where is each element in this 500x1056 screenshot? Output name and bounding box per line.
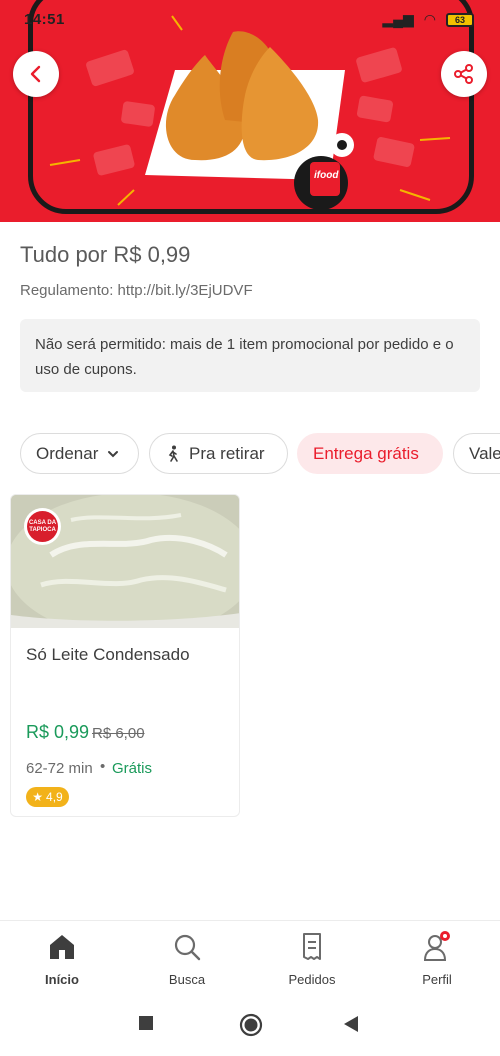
filter-order-label: Ordenar	[36, 443, 99, 463]
filter-pickup-chip[interactable]: Pra retirar	[149, 433, 288, 474]
filter-free-delivery-label: Entrega grátis	[313, 443, 419, 463]
nav-search-label: Busca	[168, 972, 206, 987]
nav-search[interactable]: Busca	[137, 931, 237, 991]
delivery-time: 62-72 min	[26, 760, 93, 777]
promo-banner: ifood 14:51 ▂▄▆ ◠ 63	[0, 0, 500, 222]
status-bar: 14:51 ▂▄▆ ◠ 63	[0, 0, 500, 40]
walking-icon	[168, 445, 178, 462]
promo-notice: Não será permitido: mais de 1 item promo…	[20, 319, 480, 392]
star-icon: ★	[32, 790, 44, 804]
signal-icon: ▂▄▆	[382, 11, 414, 27]
back-button[interactable]	[13, 51, 59, 97]
search-icon	[174, 934, 201, 961]
product-image: CASA DA TAPIOCA	[11, 495, 239, 637]
page-title: Tudo por R$ 0,99	[20, 242, 191, 267]
recent-apps-icon[interactable]	[138, 1015, 154, 1031]
bottom-navigation: Início Busca Pedidos Perfil	[0, 920, 500, 998]
filter-chips: Ordenar Pra retirar Entrega grátis Vale	[20, 433, 500, 474]
nav-orders[interactable]: Pedidos	[262, 931, 362, 991]
rating-badge: ★ 4,9	[26, 787, 69, 807]
filter-order-chip[interactable]: Ordenar	[20, 433, 139, 474]
wifi-icon: ◠	[423, 11, 436, 27]
product-card[interactable]: CASA DA TAPIOCA Só Leite Condensado R$ 0…	[10, 494, 240, 817]
meta-separator: •	[100, 758, 106, 775]
filter-voucher-label: Vale	[469, 443, 500, 463]
status-icons: ▂▄▆ ◠ 63	[382, 11, 474, 28]
user-icon	[423, 931, 450, 961]
product-old-price: R$ 6,00	[92, 725, 145, 742]
rating-value: 4,9	[46, 790, 63, 804]
chevron-left-icon	[30, 65, 41, 83]
filter-voucher-chip[interactable]: Vale	[453, 433, 500, 474]
ifood-badge-label: ifood	[314, 170, 339, 181]
rules-link[interactable]: Regulamento: http://bit.ly/3EjUDVF	[20, 282, 253, 299]
delivery-fee: Grátis	[112, 760, 153, 777]
filter-free-delivery-chip[interactable]: Entrega grátis	[297, 433, 443, 474]
nav-profile[interactable]: Perfil	[387, 931, 487, 991]
nav-home-label: Início	[45, 972, 79, 987]
nav-home[interactable]: Início	[12, 931, 112, 991]
share-button[interactable]	[441, 51, 487, 97]
product-name: Só Leite Condensado	[26, 645, 190, 664]
system-navigation-bar	[0, 998, 500, 1056]
nav-profile-label: Perfil	[422, 972, 452, 987]
product-price: R$ 0,99	[26, 722, 90, 742]
home-icon	[50, 935, 74, 959]
home-system-icon[interactable]	[239, 1013, 263, 1037]
share-icon	[454, 64, 473, 84]
receipt-icon	[303, 933, 321, 960]
filter-pickup-label: Pra retirar	[189, 443, 265, 463]
back-system-icon[interactable]	[343, 1015, 359, 1033]
status-time: 14:51	[24, 11, 65, 28]
nav-orders-label: Pedidos	[288, 972, 336, 987]
store-logo-text: CASA DA TAPIOCA	[27, 511, 58, 542]
chevron-down-icon	[108, 450, 119, 457]
store-logo: CASA DA TAPIOCA	[24, 508, 61, 545]
battery-icon: 63	[446, 12, 474, 27]
